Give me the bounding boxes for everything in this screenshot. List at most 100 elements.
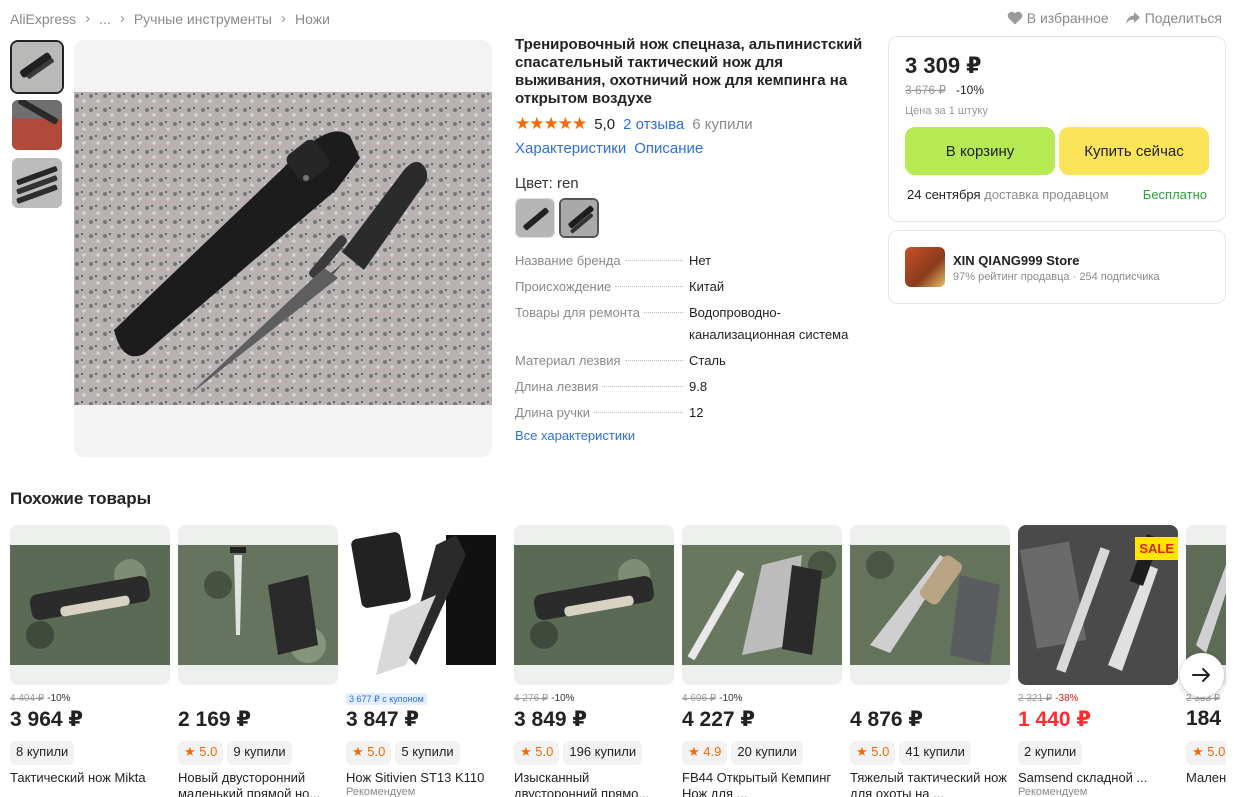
- thumbnail-2[interactable]: [10, 98, 64, 152]
- spec-row: Длина ручки 12: [515, 402, 870, 424]
- card-sold: 20 купили: [731, 741, 803, 765]
- old-price-row: 3 676 ₽ -10%: [905, 83, 1209, 97]
- spec-row: Происхождение Китай: [515, 276, 870, 298]
- tab-description[interactable]: Описание: [634, 140, 703, 157]
- spec-row: Название бренда Нет: [515, 250, 870, 272]
- card-price: 4 227 ₽: [682, 708, 755, 731]
- main-product-image[interactable]: [74, 40, 492, 457]
- product-card[interactable]: 4 696 ₽ -10% 4 227 ₽ ★ 4.9 20 купили FB44…: [682, 525, 842, 797]
- delivery-info: 24 сентября доставка продавцом Бесплатно: [905, 187, 1209, 202]
- thumbnail-1[interactable]: [10, 40, 64, 94]
- spec-value: 9.8: [689, 379, 708, 394]
- breadcrumb-item-aliexpress[interactable]: AliExpress: [10, 11, 76, 27]
- card-old-price-row: [850, 693, 1010, 705]
- store-avatar: [905, 247, 945, 287]
- spec-value: Нет: [689, 253, 712, 268]
- card-price: 184: [1186, 707, 1222, 730]
- similar-title: Похожие товары: [10, 489, 152, 508]
- spec-key: Товары для ремонта: [515, 305, 640, 320]
- store-subscribers: 254 подписчика: [1079, 271, 1160, 283]
- card-rating: ★ 4.9: [682, 741, 728, 765]
- card-price: 2 169 ₽: [178, 708, 251, 731]
- product-card[interactable]: 3 677 ₽ с купоном 3 847 ₽ ★ 5.0 5 купили…: [346, 525, 506, 797]
- card-title: Новый двусторонний маленький прямой но..…: [178, 770, 321, 797]
- thumbnail-3[interactable]: [10, 156, 64, 210]
- share-button[interactable]: Поделиться: [1125, 10, 1222, 26]
- spec-key: Происхождение: [515, 279, 612, 294]
- color-swatch-1[interactable]: [515, 198, 555, 238]
- old-price: 3 676 ₽: [905, 83, 946, 97]
- card-price: 3 964 ₽: [10, 708, 83, 731]
- thumbnail-image: [12, 158, 62, 208]
- product-card[interactable]: 4 404 ₽ -10% 3 964 ₽ 8 купили Тактический…: [10, 525, 170, 797]
- card-rating: ★ 5.0: [514, 741, 560, 765]
- color-swatch-2[interactable]: [559, 198, 599, 238]
- card-sold: 8 купили: [10, 741, 75, 765]
- spec-key: Длина лезвия: [515, 379, 599, 394]
- add-to-cart-button[interactable]: В корзину: [905, 127, 1055, 175]
- card-rating: ★ 5.0: [1186, 741, 1226, 765]
- buy-now-button[interactable]: Купить сейчас: [1059, 127, 1209, 175]
- spec-value: 12: [689, 405, 704, 420]
- share-label: Поделиться: [1144, 10, 1222, 26]
- breadcrumb-item-knives[interactable]: Ножи: [295, 11, 330, 27]
- tab-specs[interactable]: Характеристики: [515, 140, 626, 157]
- similar-carousel: 4 404 ₽ -10% 3 964 ₽ 8 купили Тактический…: [10, 525, 1226, 797]
- reviews-link[interactable]: 2 отзыва: [623, 116, 684, 133]
- store-rating: 97% рейтинг продавца: [953, 271, 1070, 283]
- spec-value: Водопроводно-канализационная система: [689, 305, 849, 342]
- card-price: 3 849 ₽: [514, 708, 587, 731]
- current-price: 3 309 ₽: [905, 53, 982, 78]
- purchase-buttons: В корзину Купить сейчас: [905, 127, 1209, 175]
- specs-list: Название бренда Нет Происхождение Китай …: [515, 250, 870, 424]
- spec-value: Сталь: [689, 353, 726, 368]
- arrow-right-icon: [1192, 668, 1210, 682]
- heart-icon: [1007, 11, 1023, 25]
- card-old-price-row: 4 696 ₽ -10%: [682, 693, 743, 704]
- product-card-image: [178, 525, 338, 685]
- delivery-date: 24 сентября: [907, 187, 981, 202]
- product-card[interactable]: 4 876 ₽ ★ 5.0 41 купили Тяжелый тактичес…: [850, 525, 1010, 797]
- breadcrumb-item-hand-tools[interactable]: Ручные инструменты: [134, 11, 272, 27]
- product-card[interactable]: 2 169 ₽ ★ 5.0 9 купили Новый двусторонни…: [178, 525, 338, 797]
- breadcrumb: AliExpress › ... › Ручные инструменты › …: [10, 10, 330, 27]
- chevron-right-icon: ›: [280, 10, 286, 27]
- spec-key: Длина ручки: [515, 405, 590, 420]
- carousel-next-button[interactable]: [1180, 653, 1224, 697]
- spec-key: Название бренда: [515, 253, 621, 268]
- card-recommended: Рекомендуем: [346, 786, 416, 797]
- breadcrumb-item-ellipsis[interactable]: ...: [99, 11, 111, 27]
- card-price: 4 876 ₽: [850, 708, 923, 731]
- product-tabs: Характеристики Описание: [515, 140, 870, 157]
- favorite-button[interactable]: В избранное: [1007, 10, 1109, 26]
- swatch-image: [561, 200, 597, 236]
- product-card[interactable]: SALE 2 321 ₽ -38% 1 440 ₽ 2 купили Samsen…: [1018, 525, 1178, 797]
- store-meta: 97% рейтинг продавца · 254 подписчика: [953, 271, 1160, 283]
- card-rating: ★ 5.0: [346, 741, 392, 765]
- card-title: FB44 Открытый Кемпинг Нож для ...: [682, 770, 832, 797]
- color-label: Цвет: ren: [515, 175, 579, 192]
- product-card[interactable]: 4 276 ₽ -10% 3 849 ₽ ★ 5.0 196 купили Изы…: [514, 525, 674, 797]
- product-info: Тренировочный нож спецназа, альпинистски…: [515, 36, 870, 443]
- coupon-badge: 3 677 ₽ с купоном: [346, 693, 427, 705]
- color-swatches: [515, 198, 870, 238]
- card-sold: 5 купили: [395, 741, 460, 765]
- price-per-unit: Цена за 1 штуку: [905, 105, 988, 117]
- card-title: Мален...: [1186, 770, 1226, 785]
- store-card[interactable]: XIN QIANG999 Store 97% рейтинг продавца …: [888, 230, 1226, 304]
- product-card-image: [346, 525, 506, 685]
- delivery-by: доставка продавцом: [984, 187, 1109, 202]
- chevron-right-icon: ›: [119, 10, 125, 27]
- card-sold: 9 купили: [227, 741, 292, 765]
- card-rating: ★ 5.0: [850, 741, 896, 765]
- top-actions: В избранное Поделиться: [1007, 10, 1222, 26]
- spec-row: Длина лезвия 9.8: [515, 376, 870, 398]
- product-card-image: [850, 525, 1010, 685]
- card-sold: 2 купили: [1018, 741, 1083, 765]
- store-name[interactable]: XIN QIANG999 Store: [953, 253, 1160, 268]
- all-specs-link[interactable]: Все характеристики: [515, 428, 870, 443]
- card-sold: 41 купили: [899, 741, 971, 765]
- card-sold: 196 купили: [563, 741, 643, 765]
- chevron-right-icon: ›: [85, 10, 91, 27]
- card-price: 1 440 ₽: [1018, 708, 1091, 731]
